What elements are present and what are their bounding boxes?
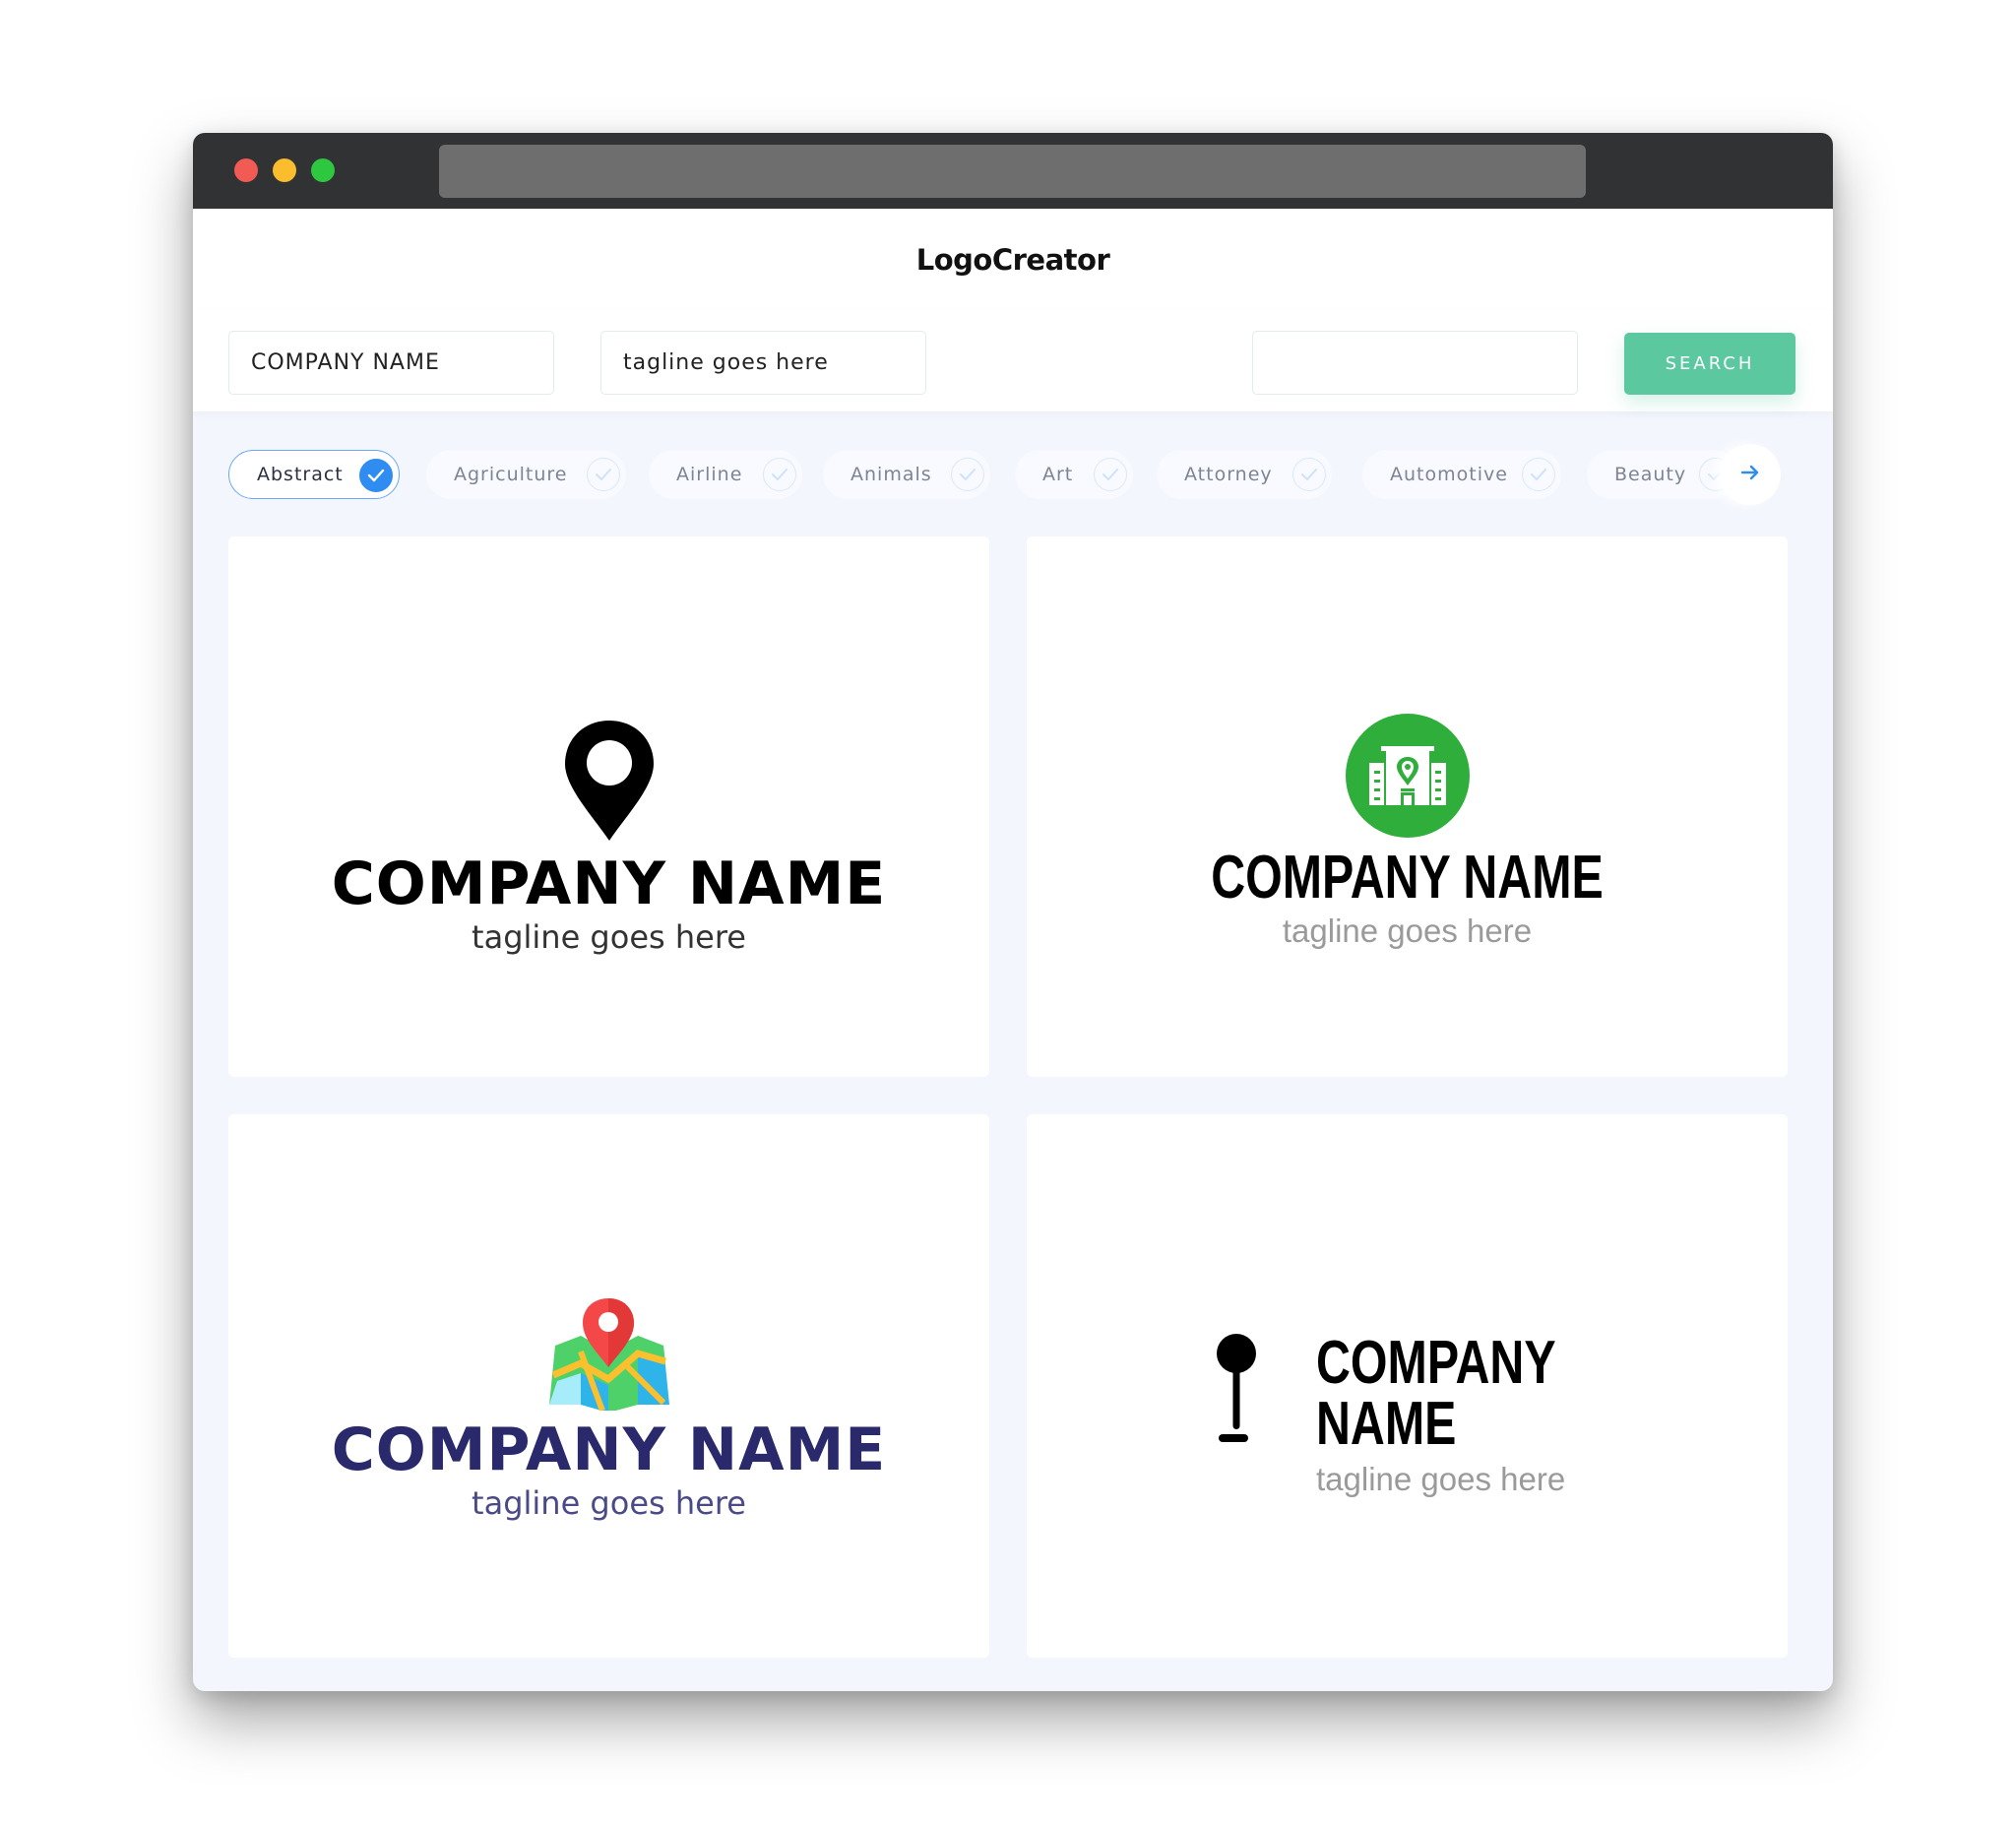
search-bar: SEARCH [193, 310, 1833, 411]
filter-pill-agriculture[interactable]: Agriculture [426, 450, 626, 499]
close-window-button[interactable] [234, 158, 258, 182]
company-name-text: COMPANY NAME [1316, 1329, 1555, 1458]
tagline-input[interactable] [600, 331, 926, 395]
tagline-text: tagline goes here [472, 1484, 746, 1522]
filter-pill-art[interactable]: Art [1015, 450, 1133, 499]
title-bar [193, 133, 1833, 209]
filter-label: Agriculture [454, 464, 568, 485]
tagline-text: tagline goes here [1282, 912, 1533, 949]
filter-label: Airline [676, 464, 743, 485]
company-name-text: COMPANY NAME [1211, 844, 1604, 912]
filter-label: Beauty [1614, 464, 1687, 485]
tagline-text: tagline goes here [472, 918, 746, 956]
filter-pill-attorney[interactable]: Attorney [1157, 450, 1332, 499]
round-pin-icon [1214, 1333, 1259, 1447]
filter-pill-automotive[interactable]: Automotive [1362, 450, 1561, 499]
check-icon [951, 458, 984, 491]
maximize-window-button[interactable] [311, 158, 335, 182]
filter-label: Automotive [1390, 464, 1508, 485]
check-icon [587, 458, 620, 491]
app-title: LogoCreator [915, 242, 1110, 277]
keyword-input[interactable] [1252, 331, 1578, 395]
folded-map-pin-icon [547, 1296, 671, 1415]
map-pin-icon [564, 719, 655, 847]
filter-pill-animals[interactable]: Animals [823, 450, 990, 499]
search-button[interactable]: SEARCH [1624, 333, 1796, 395]
filter-pill-beauty[interactable]: Beauty [1587, 450, 1738, 499]
browser-window: LogoCreator SEARCH Abstract Agriculture … [193, 133, 1833, 1691]
check-icon [763, 458, 796, 491]
company-name-text: COMPANY NAME [331, 849, 887, 918]
logo-card[interactable]: COMPANY NAME tagline goes here [228, 1114, 989, 1658]
check-icon [1522, 458, 1555, 491]
filter-pill-airline[interactable]: Airline [649, 450, 802, 499]
check-icon [1094, 458, 1127, 491]
filter-label: Attorney [1184, 464, 1273, 485]
check-icon [1292, 458, 1326, 491]
filter-label: Animals [850, 464, 932, 485]
app-header: LogoCreator [193, 209, 1833, 310]
company-name-text: COMPANY NAME [331, 1415, 887, 1484]
next-categories-button[interactable] [1720, 444, 1781, 505]
address-bar[interactable] [439, 145, 1586, 198]
building-location-icon [1345, 714, 1470, 842]
check-icon [359, 459, 393, 492]
logo-card[interactable]: COMPANY NAME tagline goes here [1027, 1114, 1788, 1658]
company-name-input[interactable] [228, 331, 554, 395]
logo-card[interactable]: COMPANY NAME tagline goes here [1027, 536, 1788, 1077]
filter-pill-abstract[interactable]: Abstract [228, 450, 400, 499]
logo-card[interactable]: COMPANY NAME tagline goes here [228, 536, 989, 1077]
arrow-right-icon [1740, 464, 1760, 485]
tagline-text: tagline goes here [1316, 1461, 1566, 1497]
filter-label: Art [1042, 464, 1074, 485]
category-filter-bar: Abstract Agriculture Airline Animals Art [193, 444, 1833, 505]
filter-label: Abstract [257, 464, 344, 485]
minimize-window-button[interactable] [273, 158, 296, 182]
